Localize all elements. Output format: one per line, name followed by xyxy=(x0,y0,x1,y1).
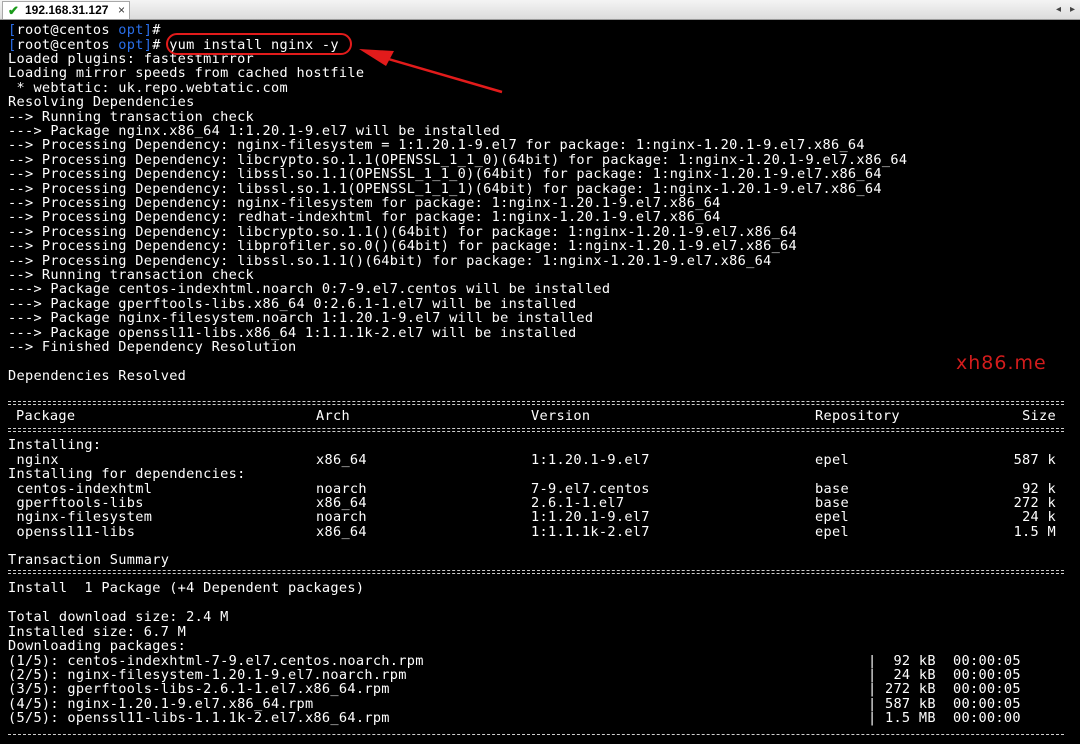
header-package: Package xyxy=(16,408,76,424)
connected-check-icon: ✔ xyxy=(8,3,19,18)
table-cell-repository: epel xyxy=(815,451,849,468)
log-line: --> Processing Dependency: libssl.so.1.1… xyxy=(8,166,882,183)
header-repository: Repository xyxy=(815,408,900,424)
download-time: 00:00:00 xyxy=(953,710,1021,727)
summary-title: Transaction Summary xyxy=(8,552,170,568)
summary-separator xyxy=(8,569,1064,576)
header-size: Size xyxy=(1022,408,1056,424)
table-cell-size: 1.5 M xyxy=(1013,523,1056,540)
log-line: ---> Package nginx-filesystem.noarch 1:1… xyxy=(8,310,594,327)
installing-label: Installing: xyxy=(8,437,102,453)
tab-scroll-left-icon[interactable]: ◂ xyxy=(1052,1,1065,18)
log-line: Dependencies Resolved xyxy=(8,367,187,384)
total-download-size: Total download size: 2.4 M xyxy=(8,609,229,625)
session-tab-title: 192.168.31.127 xyxy=(25,3,109,17)
command-highlight-oval xyxy=(166,33,352,55)
download-name: (5/5): openssl11-libs-1.1.1k-2.el7.x86_6… xyxy=(8,710,390,727)
tab-close-icon[interactable]: × xyxy=(118,2,125,19)
log-line: --> Finished Dependency Resolution xyxy=(8,339,297,355)
table-cell-package: openssl11-libs xyxy=(8,523,136,540)
deps-label: Installing for dependencies: xyxy=(8,466,246,482)
table-cell-repository: epel xyxy=(815,523,849,540)
session-tab-bar: ✔ 192.168.31.127 × ◂ ▸ xyxy=(0,0,1080,20)
table-cell-arch: x86_64 xyxy=(316,451,367,468)
table-cell-arch: x86_64 xyxy=(316,523,367,540)
watermark: xh86.me xyxy=(956,352,1047,374)
table-cell-version: 1:1.1.1k-2.el7 xyxy=(531,523,650,540)
summary-install-line: Install 1 Package (+4 Dependent packages… xyxy=(8,580,365,596)
download-size: | 1.5 MB xyxy=(868,710,936,727)
log-line: --> Processing Dependency: libprofiler.s… xyxy=(8,238,798,255)
table-cell-version: 1:1.20.1-9.el7 xyxy=(531,451,650,468)
table-separator-header xyxy=(8,427,1064,434)
session-tab[interactable]: ✔ 192.168.31.127 × xyxy=(2,1,130,19)
header-arch: Arch xyxy=(316,408,350,424)
downloading-label: Downloading packages: xyxy=(8,638,187,654)
download-separator xyxy=(8,732,1064,739)
header-version: Version xyxy=(531,408,591,424)
tab-scroll-right-icon[interactable]: ▸ xyxy=(1066,1,1079,18)
table-separator-top xyxy=(8,400,1064,407)
table-cell-size: 587 k xyxy=(1013,451,1056,468)
log-line: Resolving Dependencies xyxy=(8,94,195,111)
